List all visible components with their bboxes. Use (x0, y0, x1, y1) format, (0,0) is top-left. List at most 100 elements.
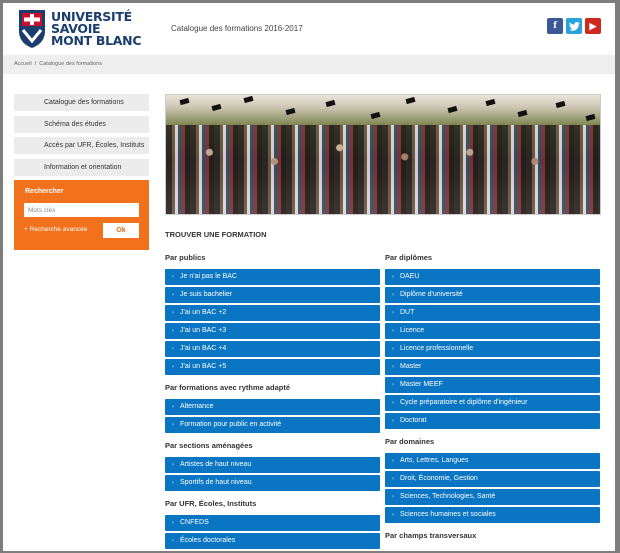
formation-link-label: Sciences humaines et sociales (400, 511, 496, 518)
chevron-right-icon: › (392, 418, 394, 424)
logo-line: MONT BLANC (51, 33, 142, 48)
formation-link-master-meef[interactable]: › Master MEEF (385, 377, 600, 393)
formation-link-label: Licence professionnelle (400, 345, 474, 352)
chevron-right-icon: › (392, 328, 394, 334)
sidebar-item-ufr[interactable]: Accès par UFR, Écoles, Instituts (14, 137, 149, 154)
search-panel: Rechercher + Recherche avancée Ok (14, 180, 149, 250)
formation-link-j-ai-un-bac-3[interactable]: › J'ai un BAC +3 (165, 323, 380, 339)
section-heading: Par formations avec rythme adapté (165, 383, 291, 392)
formation-link-label: Artistes de haut niveau (180, 461, 252, 468)
logo-wordmark: UNIVERSITÉ SAVOIE MONT BLANC (51, 10, 142, 48)
formation-link-j-ai-un-bac-2[interactable]: › J'ai un BAC +2 (165, 305, 380, 321)
formation-link-licence[interactable]: › Licence (385, 323, 600, 339)
formation-link-label: J'ai un BAC +2 (180, 309, 227, 316)
chevron-right-icon: › (392, 310, 394, 316)
advanced-search-link[interactable]: + Recherche avancée (24, 226, 87, 233)
formation-link-artistes-de-haut-niveau[interactable]: › Artistes de haut niveau (165, 457, 380, 473)
formation-link-dut[interactable]: › DUT (385, 305, 600, 321)
formation-link-diplome-d-universite[interactable]: › Diplôme d'université (385, 287, 600, 303)
chevron-right-icon: › (172, 520, 174, 526)
sidebar-item-catalogue[interactable]: Catalogue des formations (14, 94, 149, 111)
formation-link-label: Formation pour public en activité (180, 421, 282, 428)
formation-link-label: Master MEEF (400, 381, 443, 388)
formation-link-alternance[interactable]: › Alternance (165, 399, 380, 415)
formation-link-sportifs-de-haut-niveau[interactable]: › Sportifs de haut niveau (165, 475, 380, 491)
formation-link-label: Sportifs de haut niveau (180, 479, 252, 486)
formation-link-doctorat[interactable]: › Doctorat (385, 413, 600, 429)
chevron-right-icon: › (392, 364, 394, 370)
chevron-right-icon: › (392, 476, 394, 482)
formation-link-label: DUT (400, 309, 415, 316)
section-heading: Par sections aménagées (165, 441, 253, 450)
formation-link-cnfeds[interactable]: › CNFEDS (165, 515, 380, 531)
twitter-icon[interactable] (566, 18, 582, 34)
facebook-icon[interactable]: f (547, 18, 563, 34)
chevron-right-icon: › (392, 494, 394, 500)
chevron-right-icon: › (392, 382, 394, 388)
formation-link-label: Sciences, Technologies, Santé (400, 493, 496, 500)
formation-link-je-suis-bachelier[interactable]: › Je suis bachelier (165, 287, 380, 303)
sidebar-item-schema[interactable]: Schéma des études (14, 116, 149, 133)
formation-link-arts-lettres-langues[interactable]: › Arts, Lettres, Langues (385, 453, 600, 469)
finder-title: TROUVER UNE FORMATION (165, 230, 267, 239)
section-heading: Par champs transversaux (385, 531, 477, 540)
formation-link-label: Droit, Économie, Gestion (400, 475, 478, 482)
formation-link-daeu[interactable]: › DAEU (385, 269, 600, 285)
chevron-right-icon: › (172, 404, 174, 410)
section-heading: Par publics (165, 253, 206, 262)
chevron-right-icon: › (172, 422, 174, 428)
formation-link-j-ai-un-bac-4[interactable]: › J'ai un BAC +4 (165, 341, 380, 357)
formation-link-ecoles-doctorales[interactable]: › Écoles doctorales (165, 533, 380, 549)
chevron-right-icon: › (392, 292, 394, 298)
formation-link-label: Je suis bachelier (180, 291, 233, 298)
formation-link-label: Cycle préparatoire et diplôme d'ingénieu… (400, 399, 528, 406)
formation-link-master[interactable]: › Master (385, 359, 600, 375)
formation-link-label: J'ai un BAC +5 (180, 363, 227, 370)
search-input[interactable] (24, 203, 139, 217)
chevron-right-icon: › (172, 310, 174, 316)
search-ok-button[interactable]: Ok (103, 223, 139, 238)
formation-link-label: Master (400, 363, 422, 370)
graduation-photo (165, 94, 601, 215)
chevron-right-icon: › (172, 274, 174, 280)
formation-link-droit-economie-gestion[interactable]: › Droit, Économie, Gestion (385, 471, 600, 487)
section-heading: Par diplômes (385, 253, 433, 262)
formation-link-label: Je n'ai pas le BAC (180, 273, 237, 280)
formation-link-label: J'ai un BAC +3 (180, 327, 227, 334)
breadcrumb: Accueil / Catalogue des formations (3, 55, 615, 74)
chevron-right-icon: › (392, 274, 394, 280)
formation-link-label: Licence (400, 327, 425, 334)
chevron-right-icon: › (172, 328, 174, 334)
chevron-right-icon: › (392, 400, 394, 406)
breadcrumb-home-link[interactable]: Accueil (14, 61, 32, 67)
formation-link-cycle-preparatoire-et-diplome-d-ingenieur[interactable]: › Cycle préparatoire et diplôme d'ingénie… (385, 395, 600, 411)
search-title: Rechercher (25, 188, 64, 195)
formation-link-formation-pour-public-en-activite[interactable]: › Formation pour public en activité (165, 417, 380, 433)
chevron-right-icon: › (172, 346, 174, 352)
youtube-icon[interactable]: ▶ (585, 18, 601, 34)
catalog-title: Catalogue des formations 2016-2017 (171, 24, 303, 33)
formation-link-licence-professionnelle[interactable]: › Licence professionnelle (385, 341, 600, 357)
page-frame: UNIVERSITÉ SAVOIE MONT BLANC Catalogue d… (3, 3, 615, 551)
formation-link-je-n-ai-pas-le-bac[interactable]: › Je n'ai pas le BAC (165, 269, 380, 285)
sidebar-item-orientation[interactable]: Information et orientation (14, 159, 149, 176)
crowd-image (166, 125, 600, 214)
formation-link-sciences-humaines-et-sociales[interactable]: › Sciences humaines et sociales (385, 507, 600, 523)
formation-link-label: DAEU (400, 273, 420, 280)
formation-link-sciences-technologies-sante[interactable]: › Sciences, Technologies, Santé (385, 489, 600, 505)
formation-link-label: Diplôme d'université (400, 291, 463, 298)
section-heading: Par domaines (385, 437, 435, 446)
formation-link-j-ai-un-bac-5[interactable]: › J'ai un BAC +5 (165, 359, 380, 375)
chevron-right-icon: › (172, 480, 174, 486)
chevron-right-icon: › (392, 458, 394, 464)
chevron-right-icon: › (172, 292, 174, 298)
chevron-right-icon: › (172, 462, 174, 468)
section-heading: Par UFR, Écoles, Instituts (165, 499, 257, 508)
formation-link-label: Alternance (180, 403, 214, 410)
site-header: UNIVERSITÉ SAVOIE MONT BLANC Catalogue d… (3, 3, 615, 55)
chevron-right-icon: › (392, 512, 394, 518)
chevron-right-icon: › (172, 364, 174, 370)
university-shield-icon (19, 10, 45, 48)
university-logo[interactable]: UNIVERSITÉ SAVOIE MONT BLANC (18, 9, 142, 49)
breadcrumb-current: Catalogue des formations (39, 61, 102, 67)
